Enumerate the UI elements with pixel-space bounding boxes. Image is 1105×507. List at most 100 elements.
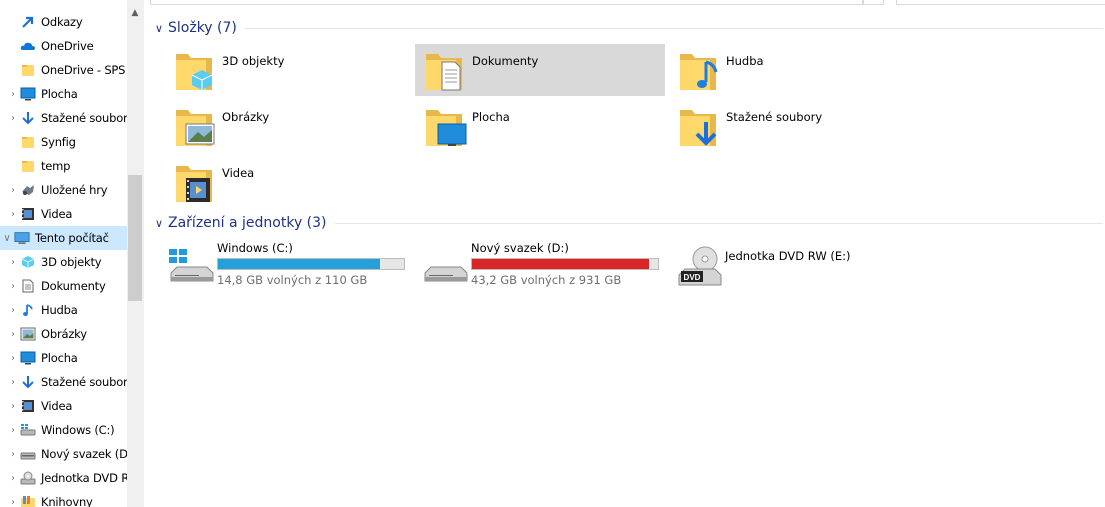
nav-item[interactable]: › Plocha [0,82,127,106]
nav-item[interactable]: › Jednotka DVD RW (E:) [0,466,127,490]
nav-item-label: Dokumenty [41,279,106,293]
nav-item-label: Hudba [41,303,78,317]
nav-item[interactable]: › Videa [0,202,127,226]
folder-label: Plocha [472,110,510,124]
nav-item[interactable]: › Hudba [0,298,127,322]
nav-item[interactable]: OneDrive [0,34,127,58]
drive-icon [20,446,36,462]
document-icon [20,278,36,294]
nav-item-label: Odkazy [41,15,83,29]
nav-item-label: OneDrive - SPS [41,63,126,77]
nav-item-label: 3D objekty [41,255,102,269]
desktop-folder-icon [422,104,468,150]
nav-item-label: Uložené hry [41,183,108,197]
nav-item-label: Tento počítač [35,231,109,245]
nav-item-label: Plocha [41,87,78,101]
section-divider [334,222,1103,224]
address-bar[interactable] [150,0,864,5]
nav-item[interactable]: Odkazy [0,10,127,34]
download-icon [20,110,36,126]
collapse-chevron-icon[interactable]: ∨ [150,22,168,35]
folder-label: Hudba [726,54,764,68]
nav-item[interactable]: › Stažené soubory [0,370,127,394]
scroll-up-arrow-icon[interactable]: ▲ [127,8,143,18]
expand-chevron-icon[interactable]: › [6,209,20,220]
collapse-chevron-icon[interactable]: ∨ [150,217,168,230]
nav-item[interactable]: › Obrázky [0,322,127,346]
drive-tile[interactable]: DVD Jednotka DVD RW (E:) [675,241,925,293]
folder-tile[interactable]: Plocha [415,100,665,152]
videos-folder-icon [172,160,218,206]
folder-tile[interactable]: Stažené soubory [669,100,919,152]
expand-chevron-icon[interactable]: › [6,449,20,460]
pictures-folder-icon [172,104,218,150]
nav-item[interactable]: › Knihovny [0,490,127,507]
expand-chevron-icon[interactable]: › [6,353,20,364]
nav-item-label: Videa [41,207,73,221]
drive-usage-fill [472,259,649,269]
folder-tile[interactable]: Hudba [669,44,919,96]
folder-icon [20,134,36,150]
music-folder-icon [676,48,722,94]
nav-item[interactable]: OneDrive - SPS [0,58,127,82]
nav-item[interactable]: ∨ Tento počítač [0,226,127,250]
expand-chevron-icon[interactable]: › [6,377,20,388]
nav-item-label: OneDrive [41,39,94,53]
dvd-drive-icon [20,470,36,486]
expand-chevron-icon[interactable]: › [6,473,20,484]
svg-text:DVD: DVD [684,273,701,282]
folder-tile[interactable]: Obrázky [165,100,415,152]
nav-item[interactable]: › Videa [0,394,127,418]
nav-item-label: Nový svazek (D:) [41,447,127,461]
drive-tile[interactable]: Nový svazek (D:) 43,2 GB volných z 931 GB [421,241,671,293]
folder-tile[interactable]: Videa [165,156,415,208]
nav-item[interactable]: › Windows (C:) [0,418,127,442]
refresh-button[interactable] [862,0,884,5]
folder-tile[interactable]: 3D objekty [165,44,415,96]
expanded-chevron-icon[interactable]: ∨ [0,233,14,244]
saved-games-icon [20,182,36,198]
expand-chevron-icon[interactable]: › [6,113,20,124]
folder-tile[interactable]: Dokumenty [415,44,665,96]
drive-usage-bar [471,258,659,270]
pictures-icon [20,326,36,342]
nav-item[interactable]: temp [0,154,127,178]
nav-item[interactable]: Synfig [0,130,127,154]
expand-chevron-icon[interactable]: › [6,425,20,436]
desktop-icon [20,350,36,366]
nav-item[interactable]: › 3D objekty [0,250,127,274]
nav-item[interactable]: › Stažené soubory [0,106,127,130]
expand-chevron-icon[interactable]: › [6,281,20,292]
search-box[interactable] [896,0,1105,5]
folder-label: Dokumenty [472,54,539,68]
drive-icon [421,245,469,289]
nav-item[interactable]: › Plocha [0,346,127,370]
folder-label: Videa [222,166,255,180]
nav-item[interactable]: › Uložené hry [0,178,127,202]
expand-chevron-icon[interactable]: › [6,257,20,268]
drive-tile[interactable]: Windows (C:) 14,8 GB volných z 110 GB [167,241,417,293]
computer-icon [14,230,30,246]
windows-drive-icon [20,422,36,438]
nav-scrollbar[interactable]: ▲ [127,0,143,507]
nav-item-label: Windows (C:) [41,423,115,437]
documents-folder-icon [422,48,468,94]
nav-item[interactable]: › Dokumenty [0,274,127,298]
scrollbar-thumb[interactable] [128,175,142,301]
nav-item-label: temp [41,159,71,173]
expand-chevron-icon[interactable]: › [6,401,20,412]
libraries-icon [20,494,36,507]
nav-item[interactable]: › Nový svazek (D:) [0,442,127,466]
expand-chevron-icon[interactable]: › [6,497,20,507]
devices-section-title: Zařízení a jednotky (3) [168,215,327,231]
expand-chevron-icon[interactable]: › [6,305,20,316]
nav-item-label: Stažené soubory [41,375,127,389]
expand-chevron-icon[interactable]: › [6,185,20,196]
expand-chevron-icon[interactable]: › [6,89,20,100]
drive-label: Windows (C:) [217,241,293,255]
expand-chevron-icon[interactable]: › [6,329,20,340]
folder-label: 3D objekty [222,54,285,68]
devices-section-header[interactable]: ∨ Zařízení a jednotky (3) [150,215,1103,231]
folders-section-header[interactable]: ∨ Složky (7) [150,20,1103,36]
onedrive-cloud-icon [20,38,36,54]
